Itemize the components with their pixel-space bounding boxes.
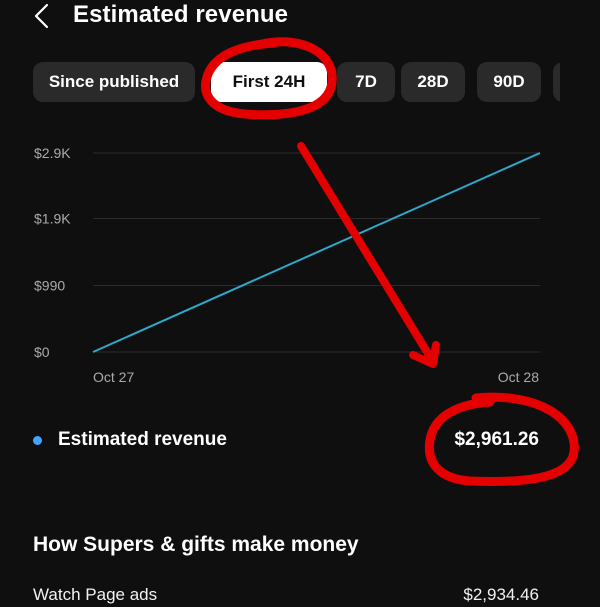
revenue-chart: $0 $990 $1.9K $2.9K Oct 27 Oct 28: [34, 145, 541, 385]
x-axis-labels: Oct 27 Oct 28: [93, 369, 539, 385]
app-header: Estimated revenue: [0, 0, 600, 34]
legend-label: Estimated revenue: [58, 429, 227, 450]
y-tick-label: $0: [34, 344, 50, 360]
chip-7d[interactable]: 7D: [337, 62, 395, 102]
y-tick-label: $2.9K: [34, 145, 71, 161]
chart-series: [92, 152, 541, 353]
chip-90d[interactable]: 90D: [477, 62, 541, 102]
chip-28d[interactable]: 28D: [401, 62, 465, 102]
page-title: Estimated revenue: [73, 1, 289, 28]
time-range-chips: Since published First 24H 7D 28D 90D: [33, 62, 560, 104]
revenue-series-line: [92, 152, 541, 353]
legend-dot: [33, 436, 42, 445]
revenue-row-label: Watch Page ads: [33, 585, 158, 604]
chip-first-24h[interactable]: First 24H: [211, 62, 327, 102]
x-tick-label: Oct 27: [93, 369, 134, 385]
revenue-row[interactable]: Watch Page ads $2,934.46: [0, 583, 600, 607]
chip-since-published[interactable]: Since published: [33, 62, 195, 102]
section-title: How Supers & gifts make money: [33, 533, 359, 556]
legend-value: $2,961.26: [454, 429, 539, 450]
legend-row: Estimated revenue $2,961.26: [0, 425, 600, 459]
y-tick-label: $990: [34, 278, 65, 294]
y-axis-labels: $0 $990 $1.9K $2.9K: [34, 145, 71, 360]
chip-more[interactable]: [553, 62, 560, 102]
y-tick-label: $1.9K: [34, 211, 71, 227]
x-tick-label: Oct 28: [498, 369, 539, 385]
revenue-row-value: $2,934.46: [463, 585, 539, 604]
back-arrow-icon[interactable]: [30, 2, 54, 30]
